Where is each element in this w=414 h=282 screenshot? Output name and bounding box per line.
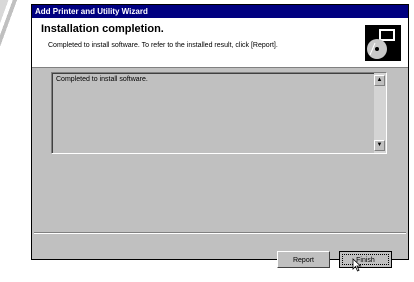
wizard-window: Add Printer and Utility Wizard Installat… xyxy=(31,4,409,260)
focus-ring xyxy=(342,254,389,265)
scroll-up-icon[interactable]: ▲ xyxy=(374,75,385,86)
finish-button[interactable]: Finish xyxy=(339,251,392,268)
window-title: Add Printer and Utility Wizard xyxy=(32,5,408,18)
report-button[interactable]: Report xyxy=(277,251,330,268)
scroll-down-icon[interactable]: ▼ xyxy=(374,140,385,151)
vertical-scrollbar[interactable]: ▲ ▼ xyxy=(374,73,386,153)
page-title: Installation completion. xyxy=(41,23,164,35)
mouse-cursor-icon xyxy=(352,258,362,272)
result-textbox[interactable]: Completed to install software. ▲ ▼ xyxy=(51,72,387,154)
page-subtitle: Completed to install software. To refer … xyxy=(48,42,278,49)
footer-separator xyxy=(34,232,406,234)
computer-disc-icon xyxy=(365,25,401,61)
wizard-header: Installation completion. Completed to in… xyxy=(32,18,408,68)
decorative-stripe xyxy=(0,0,24,60)
result-text: Completed to install software. xyxy=(56,76,148,83)
